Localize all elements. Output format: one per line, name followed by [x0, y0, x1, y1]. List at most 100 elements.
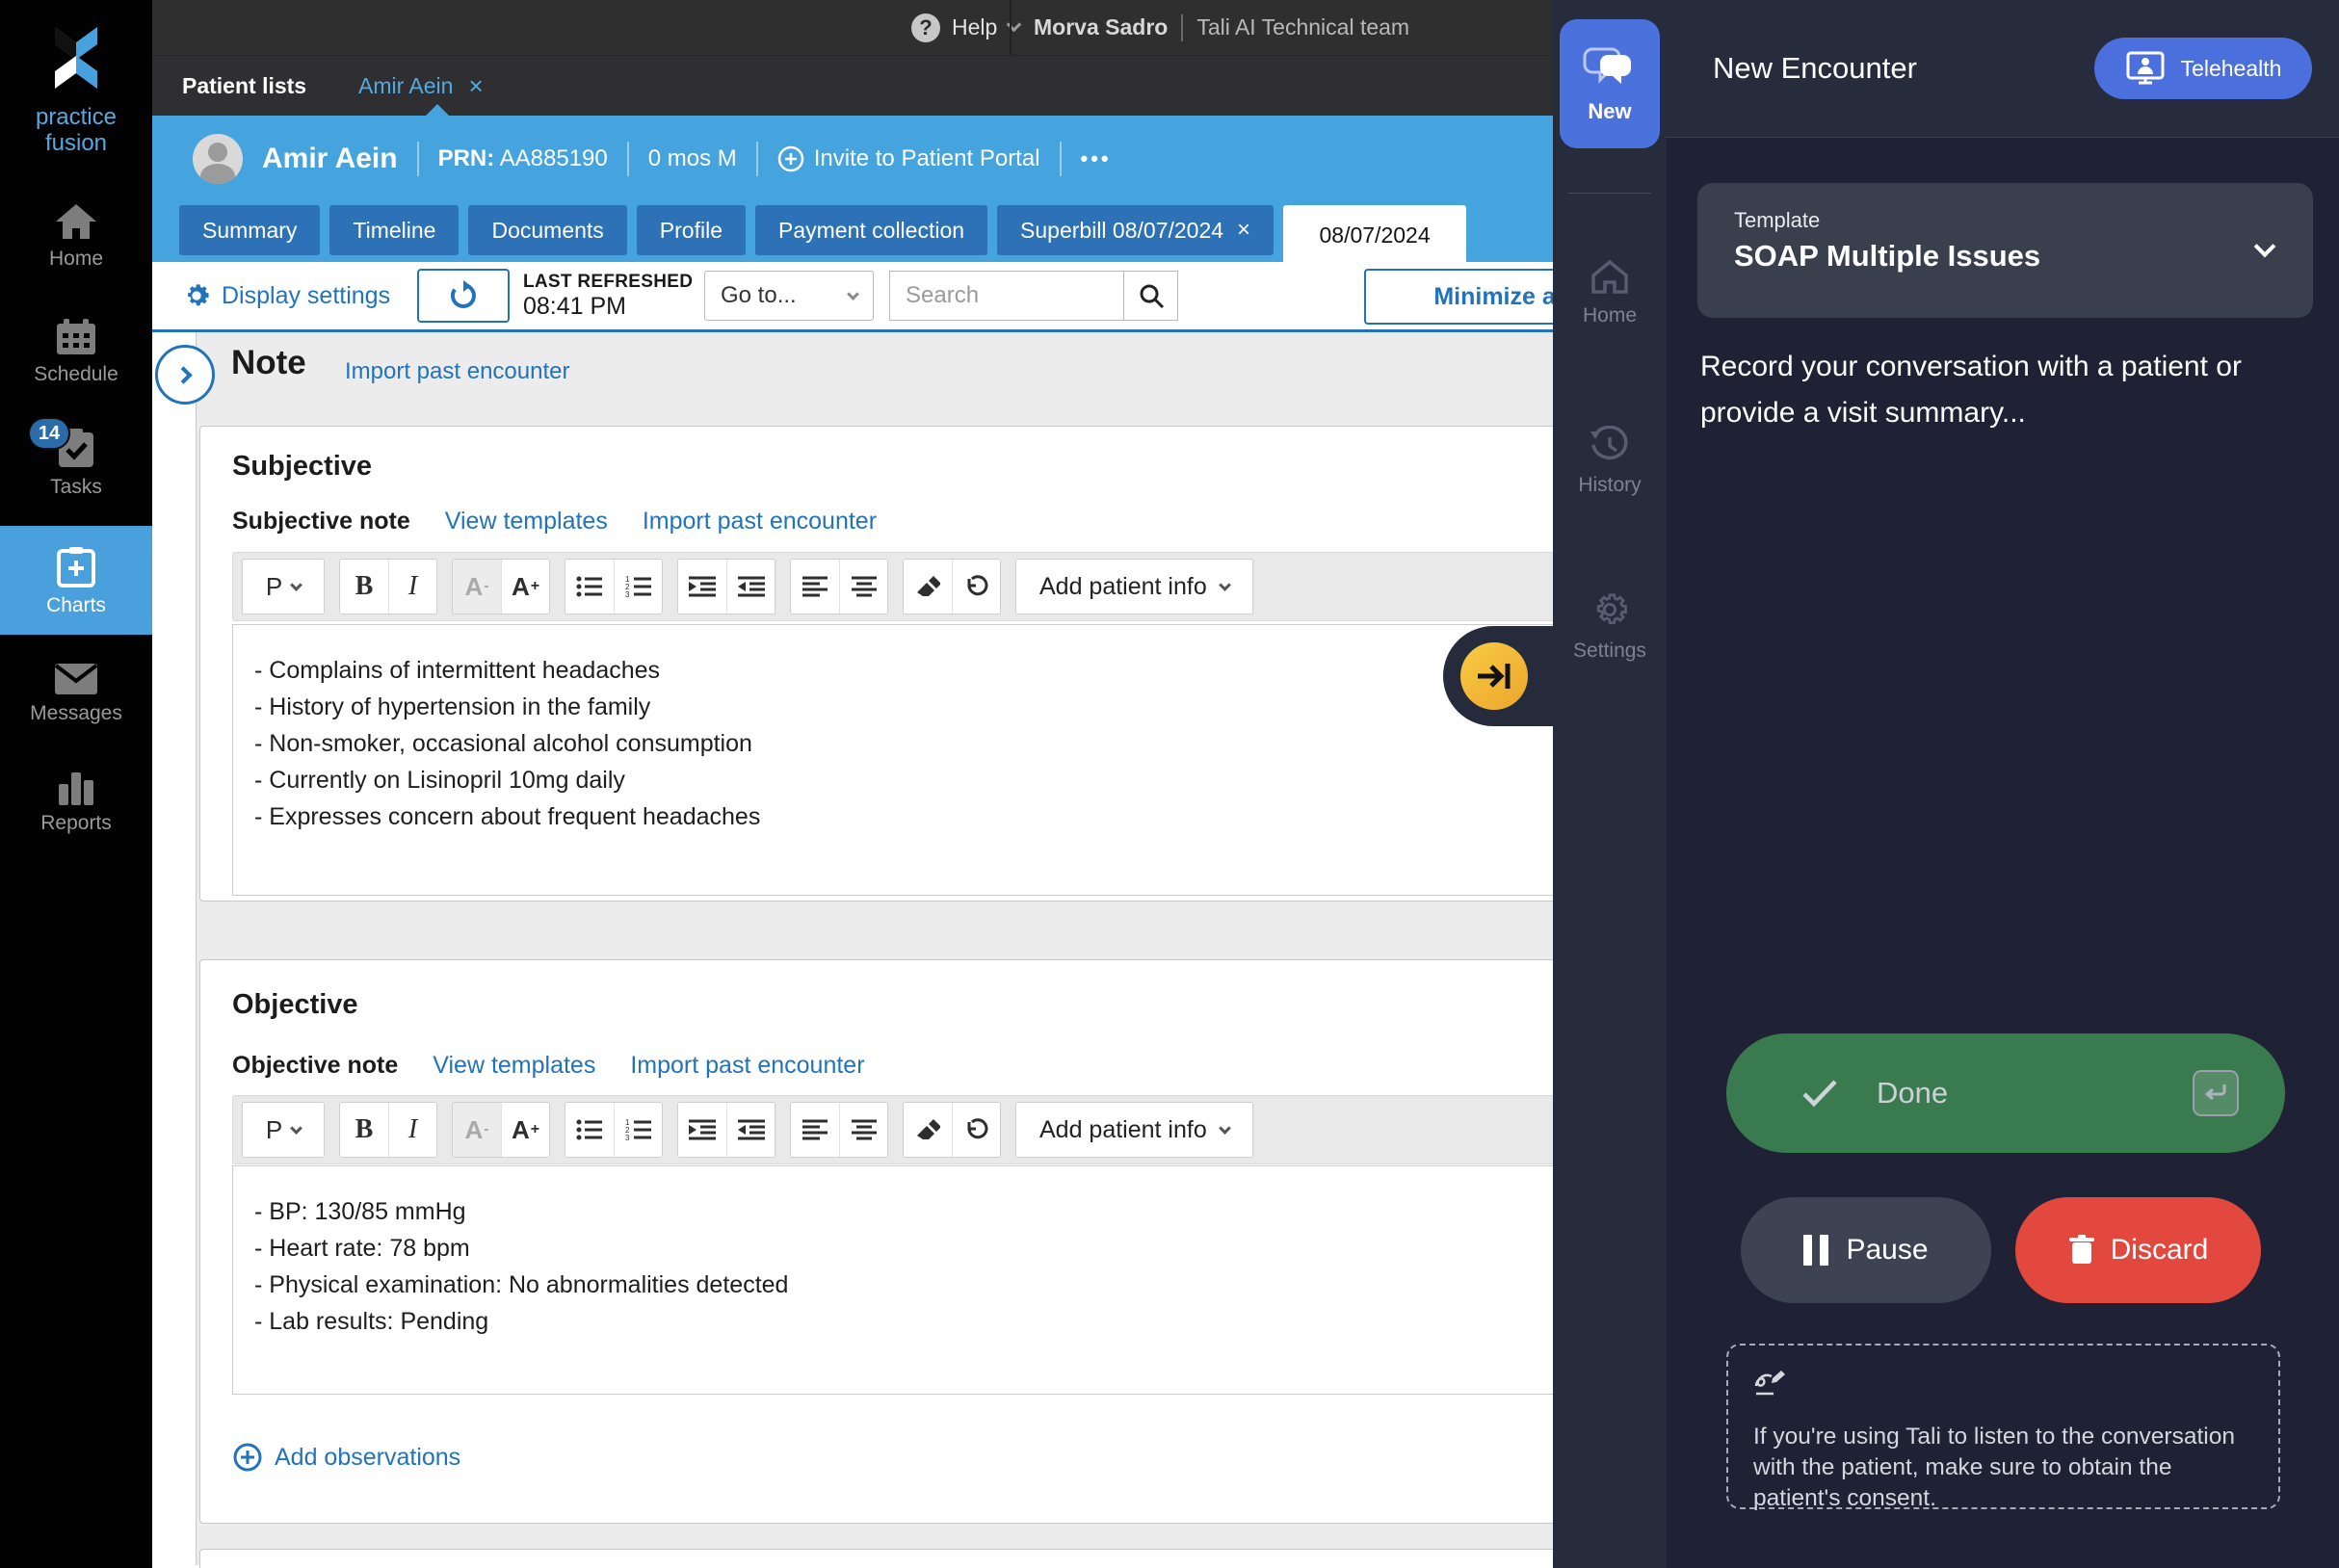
- patient-name: Amir Aein: [262, 143, 398, 175]
- tab-encounter-active[interactable]: 08/07/2024: [1283, 205, 1466, 265]
- sidebar-item-tasks[interactable]: 14 Tasks: [0, 429, 152, 499]
- more-actions-icon[interactable]: •••: [1081, 146, 1112, 171]
- tali-panel: New Encounter Telehealth Template SOAP M…: [1667, 0, 2339, 1568]
- add-patient-info-button[interactable]: Add patient info: [1016, 560, 1252, 614]
- paragraph-style-button[interactable]: P: [243, 560, 324, 614]
- collapse-note-button[interactable]: [155, 345, 215, 405]
- outdent-icon: [738, 1118, 765, 1141]
- refresh-icon: [448, 280, 479, 311]
- discard-button[interactable]: Discard: [2015, 1197, 2261, 1303]
- sidebar-item-charts[interactable]: Charts: [0, 526, 152, 635]
- outdent-button[interactable]: [726, 1103, 775, 1157]
- chevron-down-icon: [2254, 236, 2276, 258]
- tab-timeline[interactable]: Timeline: [329, 205, 459, 255]
- increase-font-button[interactable]: A+: [501, 1103, 549, 1157]
- arrow-to-bar-icon: [1476, 660, 1512, 693]
- tab-payment-collection[interactable]: Payment collection: [755, 205, 987, 255]
- display-settings-button[interactable]: Display settings: [181, 262, 390, 329]
- align-center-icon: [852, 1118, 877, 1141]
- tab-patient-amir-aein[interactable]: Amir Aein ×: [358, 56, 484, 117]
- objective-editor[interactable]: - BP: 130/85 mmHg - Heart rate: 78 bpm -…: [232, 1165, 1590, 1395]
- telehealth-button[interactable]: Telehealth: [2094, 38, 2312, 99]
- outdent-button[interactable]: [726, 560, 775, 614]
- bullet-list-button[interactable]: [565, 1103, 614, 1157]
- gear-icon: [181, 280, 212, 311]
- undo-button[interactable]: [952, 1103, 1000, 1157]
- pause-icon: [1803, 1235, 1828, 1266]
- tali-history-button[interactable]: History: [1553, 426, 1667, 497]
- search-button[interactable]: [1123, 271, 1178, 321]
- align-left-button[interactable]: [791, 1103, 839, 1157]
- close-icon[interactable]: ×: [1237, 217, 1250, 244]
- import-past-encounter-link[interactable]: Import past encounter: [643, 508, 877, 536]
- paragraph-style-button[interactable]: P: [243, 1103, 324, 1157]
- svg-text:3: 3: [625, 590, 630, 598]
- objective-title: Objective: [232, 989, 358, 1021]
- tali-home-button[interactable]: Home: [1553, 258, 1667, 327]
- view-templates-link[interactable]: View templates: [433, 1052, 595, 1080]
- search-input[interactable]: [889, 271, 1123, 321]
- tab-documents[interactable]: Documents: [468, 205, 626, 255]
- sidebar-item-reports[interactable]: Reports: [0, 767, 152, 835]
- tali-new-button[interactable]: New: [1560, 19, 1660, 148]
- bold-button[interactable]: B: [340, 560, 388, 614]
- italic-button[interactable]: I: [388, 1103, 436, 1157]
- align-center-button[interactable]: [839, 560, 887, 614]
- undo-button[interactable]: [952, 560, 1000, 614]
- undo-icon: [964, 574, 989, 599]
- refresh-button[interactable]: [417, 269, 510, 323]
- add-observations-link[interactable]: Add observations: [232, 1442, 460, 1473]
- outdent-icon: [738, 575, 765, 598]
- user-cluster[interactable]: Morva Sadro Tali AI Technical team: [1034, 0, 1409, 55]
- tab-profile[interactable]: Profile: [637, 205, 746, 255]
- help-menu[interactable]: ? Help: [911, 0, 1019, 55]
- chevron-down-icon: [290, 1122, 302, 1135]
- done-button[interactable]: Done: [1726, 1033, 2285, 1153]
- active-tab-caret: [426, 104, 449, 116]
- numbered-list-icon: 123: [625, 575, 652, 598]
- subjective-editor[interactable]: - Complains of intermittent headaches - …: [232, 624, 1590, 896]
- align-left-button[interactable]: [791, 560, 839, 614]
- decrease-font-button[interactable]: A-: [453, 1103, 501, 1157]
- bold-button[interactable]: B: [340, 1103, 388, 1157]
- sidebar-item-messages[interactable]: Messages: [0, 663, 152, 725]
- indent-button[interactable]: [678, 1103, 726, 1157]
- bullet-list-button[interactable]: [565, 560, 614, 614]
- import-past-encounter-link[interactable]: Import past encounter: [630, 1052, 864, 1080]
- eraser-icon: [915, 575, 940, 598]
- template-dropdown[interactable]: Template SOAP Multiple Issues: [1697, 183, 2313, 318]
- close-icon[interactable]: ×: [468, 71, 483, 101]
- decrease-font-button[interactable]: A-: [453, 560, 501, 614]
- numbered-list-button[interactable]: 123: [614, 560, 662, 614]
- clear-formatting-button[interactable]: [904, 560, 952, 614]
- sidebar-item-schedule[interactable]: Schedule: [0, 318, 152, 386]
- tab-summary[interactable]: Summary: [179, 205, 320, 255]
- pause-button[interactable]: Pause: [1741, 1197, 1991, 1303]
- collapse-panel-button[interactable]: [1460, 642, 1528, 710]
- brand-line-2: fusion: [36, 130, 117, 156]
- rail-divider: [1568, 193, 1651, 194]
- numbered-list-button[interactable]: 123: [614, 1103, 662, 1157]
- org-name: Tali AI Technical team: [1196, 14, 1409, 40]
- clear-formatting-button[interactable]: [904, 1103, 952, 1157]
- sidebar-item-home[interactable]: Home: [0, 202, 152, 271]
- panel-title: New Encounter: [1713, 51, 1917, 86]
- subjective-card: Subjective Subjective note View template…: [199, 426, 1630, 902]
- indent-button[interactable]: [678, 560, 726, 614]
- tab-patient-lists[interactable]: Patient lists: [182, 56, 306, 117]
- indent-icon: [689, 1118, 716, 1141]
- tab-superbill[interactable]: Superbill 08/07/2024 ×: [997, 205, 1274, 255]
- tali-settings-button[interactable]: Settings: [1553, 589, 1667, 663]
- add-patient-info-button[interactable]: Add patient info: [1016, 1103, 1252, 1157]
- italic-button[interactable]: I: [388, 560, 436, 614]
- tali-rail: New Home History: [1553, 0, 1667, 1568]
- avatar: [193, 134, 243, 184]
- increase-font-button[interactable]: A+: [501, 560, 549, 614]
- align-left-icon: [802, 1118, 828, 1141]
- invite-patient-portal-link[interactable]: Invite to Patient Portal: [777, 145, 1040, 172]
- align-center-button[interactable]: [839, 1103, 887, 1157]
- eraser-icon: [915, 1118, 940, 1141]
- note-import-link[interactable]: Import past encounter: [345, 358, 569, 385]
- goto-dropdown[interactable]: Go to...: [704, 271, 874, 321]
- view-templates-link[interactable]: View templates: [445, 508, 608, 536]
